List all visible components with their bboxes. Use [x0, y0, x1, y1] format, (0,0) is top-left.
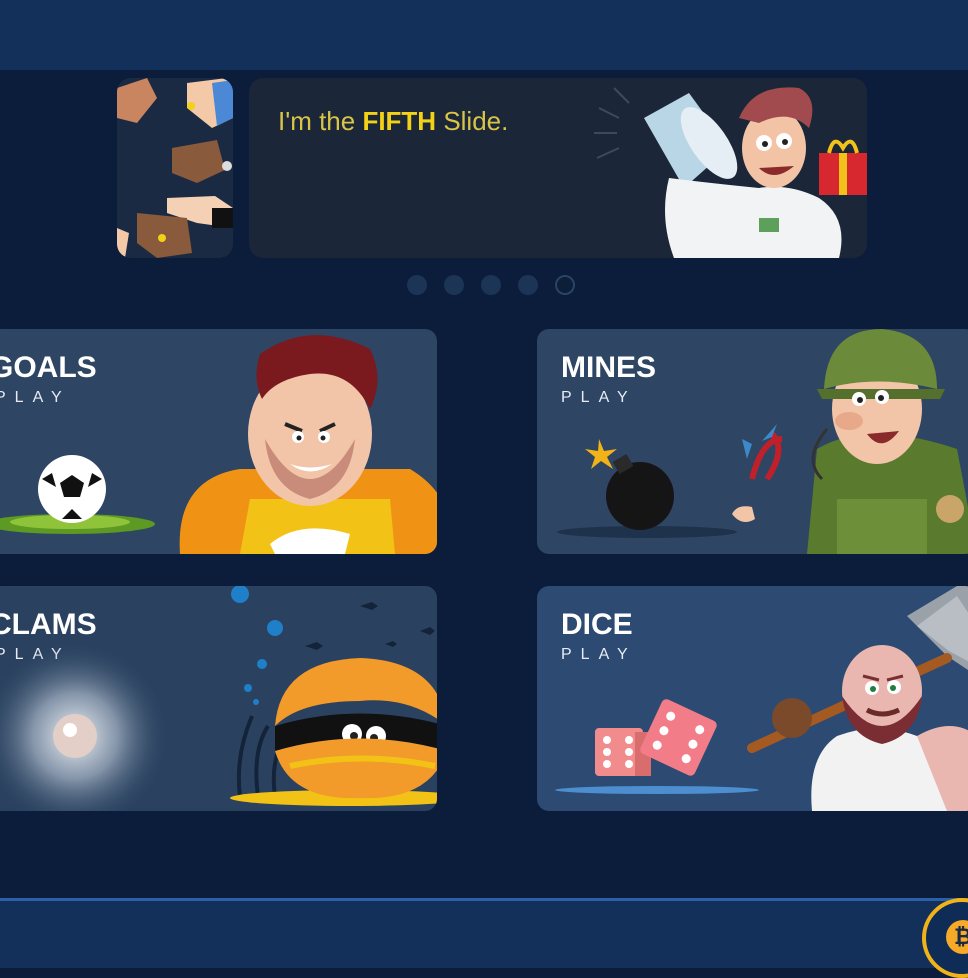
carousel-active-slide[interactable]: I'm the FIFTH Slide. — [249, 78, 867, 258]
carousel-dot-2[interactable] — [444, 275, 464, 295]
game-card-dice[interactable]: DICE PLAY — [537, 586, 968, 811]
carousel-dot-4[interactable] — [518, 275, 538, 295]
megaphone-man-illustration — [594, 87, 867, 258]
game-card-mines[interactable]: MINES PLAY — [537, 329, 968, 554]
mines-illustration — [557, 329, 968, 554]
bitcoin-icon: ₿ — [946, 920, 968, 954]
bottom-bar — [0, 898, 968, 968]
top-bar — [0, 0, 968, 70]
dice-illustration — [555, 586, 968, 811]
carousel-dot-5[interactable] — [555, 275, 575, 295]
clams-illustration — [0, 586, 437, 811]
hands-illustration — [117, 78, 233, 258]
carousel-previous-slide[interactable] — [117, 78, 233, 258]
game-card-clams[interactable]: CLAMS PLAY — [0, 586, 437, 811]
soccer-illustration — [0, 335, 437, 554]
slide-caption: I'm the FIFTH Slide. — [278, 106, 509, 136]
game-card-goals[interactable]: GOALS PLAY — [0, 329, 437, 554]
carousel-dot-1[interactable] — [407, 275, 427, 295]
carousel-dot-3[interactable] — [481, 275, 501, 295]
